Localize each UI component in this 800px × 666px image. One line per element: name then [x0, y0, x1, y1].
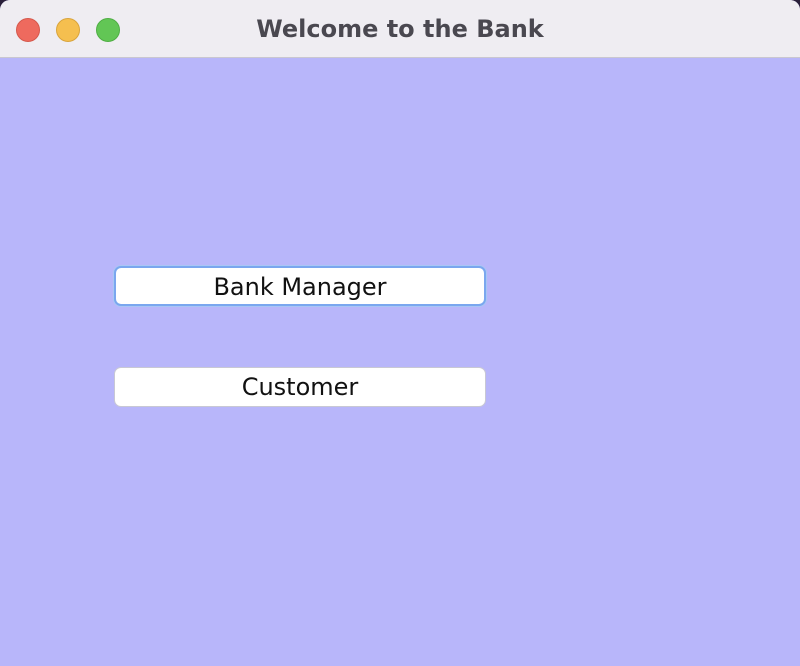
title-bar[interactable]: Welcome to the Bank	[0, 0, 800, 58]
app-window: Welcome to the Bank Bank Manager Custome…	[0, 0, 800, 666]
customer-button[interactable]: Customer	[114, 367, 486, 407]
main-content: Bank Manager Customer	[0, 58, 800, 666]
bank-manager-button[interactable]: Bank Manager	[114, 266, 486, 306]
window-title: Welcome to the Bank	[256, 15, 544, 43]
